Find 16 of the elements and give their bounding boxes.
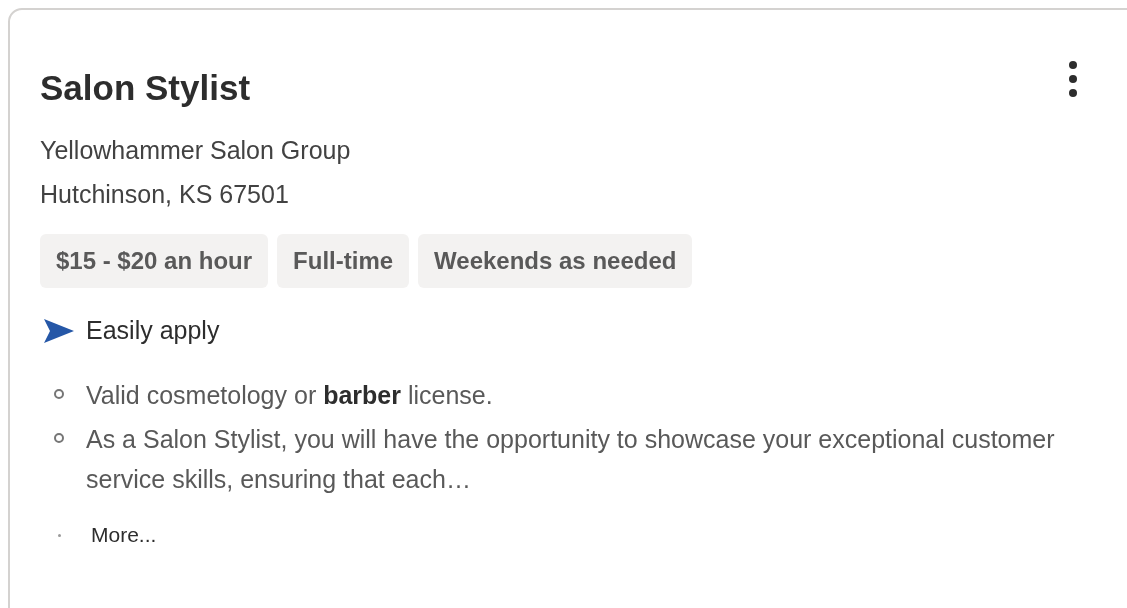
- job-location: Hutchinson, KS 67501: [40, 179, 290, 210]
- job-tag: Weekends as needed: [418, 234, 693, 288]
- job-snippet: As a Salon Stylist, you will have the opportunity to showcase your exceptional customer service skills, ensuring that each…: [86, 424, 1056, 495]
- company-name: Yellowhammer Salon Group: [40, 135, 352, 166]
- job-snippet: Valid cosmetology or barber license.: [86, 380, 493, 411]
- send-icon: [44, 318, 74, 343]
- more-link[interactable]: More...: [91, 523, 157, 547]
- easily-apply-label: Easily apply: [86, 316, 220, 345]
- bullet-icon: [54, 433, 64, 443]
- job-title[interactable]: Salon Stylist: [40, 68, 251, 108]
- job-tag: Full-time: [277, 234, 410, 288]
- bullet-icon: [54, 389, 64, 399]
- bullet-icon: [58, 533, 61, 537]
- more-options-icon[interactable]: [1068, 60, 1078, 98]
- job-tag: $15 - $20 an hour: [40, 234, 269, 288]
- job-card[interactable]: [8, 8, 1127, 608]
